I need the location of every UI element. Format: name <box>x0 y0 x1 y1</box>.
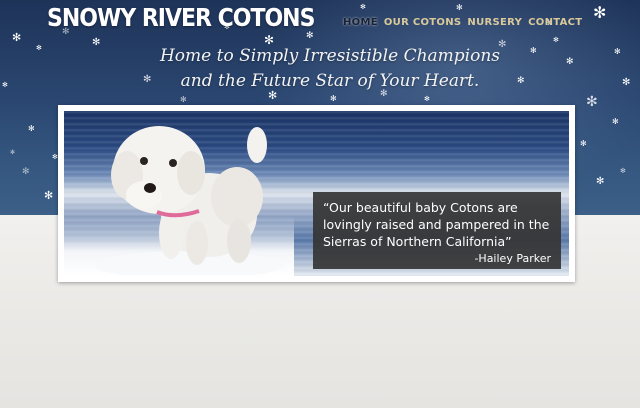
snowflake-icon: ✻ <box>330 94 337 103</box>
snowflake-icon: ✻ <box>12 31 22 44</box>
testimonial-box: “Our beautiful baby Cotons are lovingly … <box>313 192 561 269</box>
snowflake-icon: ✻ <box>612 117 619 126</box>
testimonial-quote: “Our beautiful baby Cotons are lovingly … <box>323 200 550 249</box>
snowflake-icon: ✻ <box>620 167 626 175</box>
snowflake-icon: ✻ <box>424 95 430 103</box>
snowflake-icon: ✻ <box>52 153 58 161</box>
snowflake-icon: ✻ <box>456 3 463 12</box>
snowflake-icon: ✻ <box>44 189 54 202</box>
snowflake-icon: ✻ <box>580 139 587 148</box>
snowflake-icon: ✻ <box>586 94 598 110</box>
main-nav: HOME OUR COTONS NURSERY CONTACT <box>343 17 582 28</box>
snowflake-icon: ✻ <box>306 31 314 41</box>
tagline-line-1: Home to Simply Irresistible Champions <box>159 46 501 66</box>
puppy-image <box>94 126 284 275</box>
nav-contact[interactable]: CONTACT <box>528 17 582 28</box>
snowflake-icon: ✻ <box>360 3 366 11</box>
banner-photo: “Our beautiful baby Cotons are lovingly … <box>64 111 569 276</box>
snowflake-icon: ✻ <box>180 95 187 104</box>
hero-banner: “Our beautiful baby Cotons are lovingly … <box>58 105 575 282</box>
nav-home[interactable]: HOME <box>343 17 378 28</box>
snowflake-icon: ✻ <box>593 3 607 22</box>
snowflake-icon: ✻ <box>10 149 16 156</box>
nav-our-cotons[interactable]: OUR COTONS <box>384 17 462 28</box>
snowflake-icon: ✻ <box>22 167 30 177</box>
nav-nursery[interactable]: NURSERY <box>467 17 522 28</box>
testimonial-author: -Hailey Parker <box>474 252 551 265</box>
snowflake-icon: ✻ <box>28 124 35 133</box>
snowflake-icon: ✻ <box>596 176 605 187</box>
snowflake-icon: ✻ <box>553 36 559 44</box>
hero-tagline: Home to Simply Irresistible Champions an… <box>0 44 640 94</box>
tagline-line-2: and the Future Star of Your Heart. <box>180 71 480 91</box>
site-logo[interactable]: SNOWY RIVER COTONS <box>47 4 315 33</box>
